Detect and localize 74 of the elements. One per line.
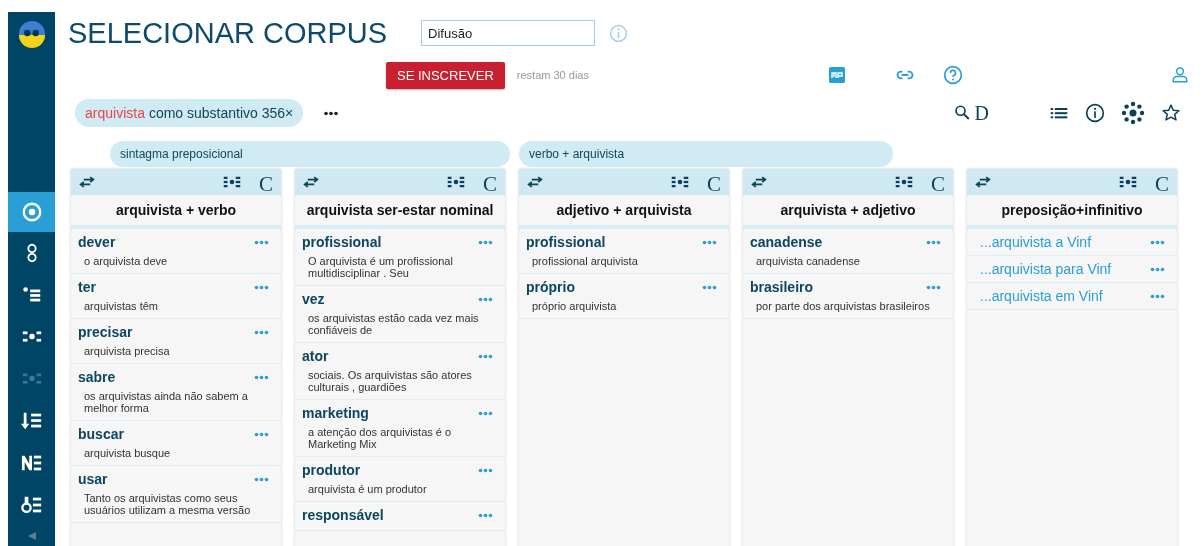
grid-icon[interactable] bbox=[895, 176, 913, 188]
collocate-word[interactable]: ator bbox=[302, 347, 329, 365]
swap-icon[interactable] bbox=[303, 176, 319, 188]
sort-list-icon bbox=[20, 410, 43, 432]
query-lemma: arquivista bbox=[85, 105, 145, 121]
example-text: arquivista canadense bbox=[755, 255, 861, 267]
swap-icon[interactable] bbox=[527, 176, 543, 188]
grid-icon[interactable] bbox=[1119, 176, 1137, 188]
example-text: profissional arquivista bbox=[531, 255, 639, 267]
collocate-word[interactable]: brasileiro bbox=[750, 278, 814, 296]
swap-icon[interactable] bbox=[751, 176, 767, 188]
collocate-word[interactable]: canadense bbox=[750, 233, 823, 251]
collocate-word[interactable]: usar bbox=[78, 470, 108, 488]
collocate-word[interactable]: marketing bbox=[302, 404, 369, 422]
column-title: adjetivo + arquivista bbox=[519, 195, 729, 229]
grid-icon[interactable] bbox=[223, 176, 241, 188]
column-letter[interactable]: C bbox=[259, 171, 273, 197]
collocate-word[interactable]: dever bbox=[78, 233, 116, 251]
example-text: os arquivistas estão cada vez mais confiáveis de bbox=[307, 312, 480, 336]
example-text: arquivista é um produtor bbox=[307, 483, 428, 495]
example-text: próprio arquivista bbox=[531, 300, 618, 312]
column-title: arquivista + adjetivo bbox=[743, 195, 953, 229]
target-icon bbox=[20, 201, 43, 223]
toolbar-letter[interactable]: D bbox=[974, 101, 989, 125]
page-title: SELECIONAR CORPUS bbox=[68, 16, 388, 50]
query-chip[interactable]: arquivista como substantivo 356× bbox=[75, 99, 304, 127]
example-text: os arquivistas ainda não sabem a melhor forma bbox=[83, 390, 249, 414]
swap-icon[interactable] bbox=[79, 176, 95, 188]
search-icon[interactable] bbox=[952, 104, 971, 122]
collocate-word[interactable]: profissional bbox=[302, 233, 382, 251]
example-text: arquivistas têm bbox=[83, 300, 159, 312]
example-text: sociais. Os arquivistas são atores culturais , guardiões bbox=[307, 369, 473, 393]
grid-icon[interactable] bbox=[671, 176, 689, 188]
trial-note: restam 30 dias bbox=[516, 69, 589, 81]
star-icon[interactable] bbox=[1161, 103, 1181, 123]
example-text: Tanto os arquivistas como seus usuários utilizam a mesma versão bbox=[83, 492, 252, 516]
corpus-field[interactable]: Difusão bbox=[421, 20, 596, 46]
collapse-icon[interactable] bbox=[26, 532, 37, 540]
logo-icon bbox=[17, 20, 46, 48]
grid-icon[interactable] bbox=[447, 176, 465, 188]
column-letter[interactable]: C bbox=[707, 171, 721, 197]
cluster-icon[interactable] bbox=[1121, 101, 1145, 125]
example-text: o arquivista deve bbox=[83, 255, 169, 267]
group-pill[interactable]: verbo + arquivista bbox=[519, 141, 893, 167]
info-icon[interactable] bbox=[1085, 103, 1105, 123]
help-icon[interactable] bbox=[942, 65, 963, 85]
example-text: arquivista busque bbox=[83, 447, 172, 459]
collocate-word[interactable]: buscar bbox=[78, 425, 124, 443]
collocate-word[interactable]: responsável bbox=[302, 506, 384, 524]
example-text: por parte dos arquivistas brasileiros bbox=[755, 300, 931, 312]
query-text: como substantivo 356× bbox=[148, 105, 294, 121]
column-title: preposição+infinitivo bbox=[967, 195, 1177, 229]
user-icon[interactable] bbox=[1171, 66, 1189, 84]
swap-icon[interactable] bbox=[975, 176, 991, 188]
collocate-word[interactable]: sabre bbox=[78, 368, 116, 386]
collocate-word[interactable]: precisar bbox=[78, 323, 133, 341]
app-badge-icon[interactable] bbox=[828, 67, 845, 83]
column-title: arquivista ser-estar nominal bbox=[295, 195, 505, 229]
collocate-word[interactable]: ter bbox=[78, 278, 96, 296]
column-letter[interactable]: C bbox=[1155, 171, 1169, 197]
more-icon[interactable] bbox=[323, 110, 340, 116]
column-letter[interactable]: C bbox=[483, 171, 497, 197]
column-letter[interactable]: C bbox=[931, 171, 945, 197]
column-title: arquivista + verbo bbox=[71, 195, 281, 229]
collocate-word[interactable]: próprio bbox=[526, 278, 575, 296]
subscribe-button[interactable]: SE INSCREVER bbox=[386, 61, 505, 89]
example-text: arquivista precisa bbox=[83, 345, 171, 357]
group-pill[interactable]: sintagma preposicional bbox=[110, 141, 510, 167]
example-text: O arquivista é um profissional multidisciplinar . Seu bbox=[307, 255, 454, 279]
collocate-word[interactable]: profissional bbox=[526, 233, 606, 251]
list-icon bbox=[20, 494, 43, 516]
collocate-word[interactable]: vez bbox=[302, 290, 325, 308]
example-text: a atenção dos arquivistas é o Marketing Mix bbox=[307, 426, 453, 450]
collocate-word[interactable]: produtor bbox=[302, 461, 361, 479]
